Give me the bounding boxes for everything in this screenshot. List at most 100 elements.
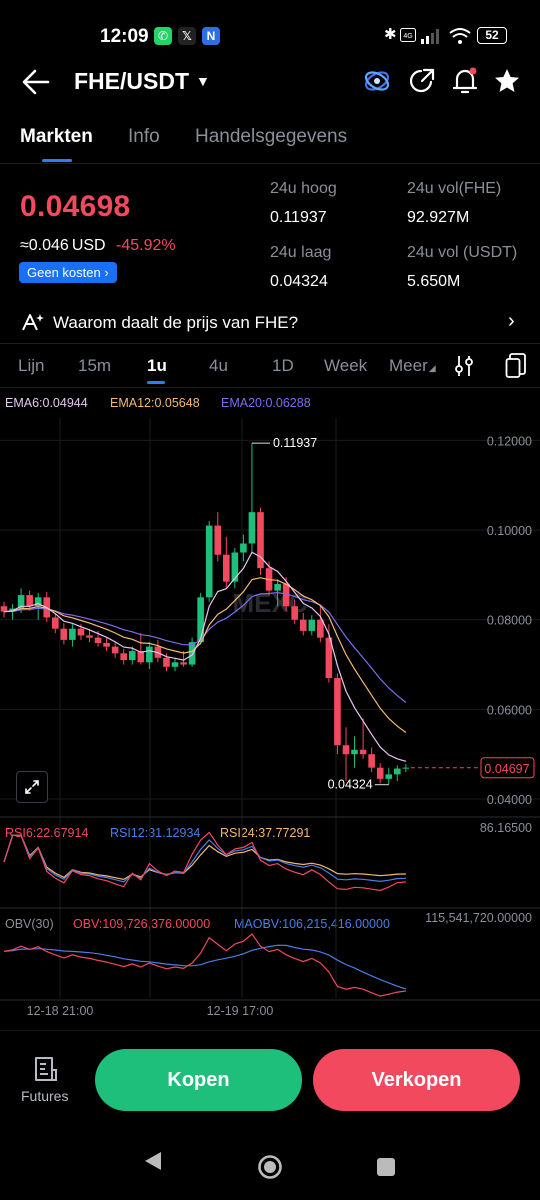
- n-icon: N: [202, 27, 220, 45]
- candle-body: [69, 628, 76, 640]
- candle-body: [163, 657, 170, 667]
- high-value: 0.11937: [270, 209, 327, 226]
- chevron-right-icon: ›: [104, 265, 109, 280]
- banner-divider: [0, 343, 540, 344]
- tab-handelsgegevens[interactable]: Handelsgegevens: [195, 126, 347, 148]
- candle-body: [94, 637, 102, 644]
- maobv-line: [3, 944, 407, 990]
- ema20-line: [3, 591, 407, 703]
- no-fees-badge[interactable]: Geen kosten ›: [19, 262, 117, 283]
- last-price: 0.04698: [20, 190, 131, 223]
- interval-1u[interactable]: 1u: [147, 356, 167, 376]
- candle-body: [342, 745, 350, 755]
- vol-usdt-label: 24u vol (USDT): [407, 244, 518, 261]
- candle-body: [111, 646, 119, 654]
- why-banner[interactable]: Waarom daalt de prijs van FHE? ›: [0, 300, 540, 344]
- nav-home-icon[interactable]: [257, 1154, 283, 1180]
- y-tick-label: 0.08000: [487, 614, 532, 628]
- status-bar: 12:09 ✆ 𝕏 N ✱ 4G 52: [0, 0, 540, 70]
- status-time: 12:09: [100, 26, 149, 47]
- candle-body: [223, 554, 230, 582]
- y-tick-label: 0.10000: [487, 524, 532, 538]
- y-tick-label: 0.06000: [487, 703, 532, 717]
- nav-recents-icon[interactable]: [376, 1157, 396, 1177]
- rsi12-line: [3, 834, 406, 883]
- candle-body: [376, 767, 384, 779]
- candle-body: [205, 525, 213, 598]
- obv-line: [3, 933, 406, 997]
- vol-usdt-value: 5.650M: [407, 273, 461, 290]
- share-icon[interactable]: [407, 66, 437, 96]
- candle-body: [385, 774, 393, 779]
- candle-body: [60, 628, 68, 640]
- candle-body: [171, 662, 179, 667]
- interval-1d[interactable]: 1D: [272, 356, 294, 376]
- interval-15m[interactable]: 15m: [78, 356, 111, 376]
- chart-layout-icon[interactable]: [505, 353, 527, 379]
- futures-label[interactable]: Futures: [21, 1088, 68, 1104]
- interval-lijn[interactable]: Lijn: [18, 356, 44, 376]
- interval-4u[interactable]: 4u: [209, 356, 228, 376]
- fullscreen-button[interactable]: [16, 771, 48, 803]
- candle-body: [368, 754, 375, 768]
- candle-body: [86, 635, 93, 638]
- candle-body: [299, 619, 307, 631]
- vol-fhe-label: 24u vol(FHE): [407, 180, 502, 197]
- candle-body: [188, 642, 196, 665]
- whatsapp-icon: ✆: [154, 27, 172, 45]
- interval-meer[interactable]: Meer◢: [389, 356, 436, 376]
- candle-body: [274, 583, 281, 591]
- futures-icon[interactable]: [32, 1055, 60, 1083]
- tab-underline: [42, 159, 72, 162]
- rsi-max-label: 86.16500: [480, 821, 532, 835]
- low-value: 0.04324: [270, 273, 328, 290]
- battery-icon: 52: [477, 27, 507, 44]
- vol-fhe-value: 92.927M: [407, 209, 470, 226]
- pair-title[interactable]: FHE/USDT: [74, 68, 189, 95]
- candle-body: [120, 653, 127, 661]
- bluetooth-icon: ✱: [384, 26, 397, 43]
- back-arrow-icon[interactable]: [20, 66, 52, 98]
- candle-body: [351, 749, 358, 755]
- rsi24-line: [3, 834, 406, 881]
- expand-icon: [25, 780, 39, 794]
- volte-icon: 4G: [400, 28, 416, 42]
- candle-body: [248, 512, 256, 544]
- y-tick-label: 0.04000: [487, 793, 532, 807]
- high-label: 24u hoog: [270, 180, 337, 197]
- bottom-divider: [0, 1030, 540, 1031]
- chevron-down-icon[interactable]: ▼: [196, 73, 210, 89]
- candle-body: [394, 768, 401, 775]
- candle-body: [231, 552, 239, 582]
- candle-body: [197, 597, 204, 643]
- tab-info[interactable]: Info: [128, 126, 160, 148]
- indicator-settings-icon[interactable]: [454, 354, 474, 378]
- sell-button[interactable]: Verkopen: [313, 1049, 520, 1111]
- candle-body: [291, 606, 298, 620]
- candle-body: [334, 678, 341, 746]
- candlestick-chart[interactable]: 0.120000.100000.080000.060000.04000MEXC0…: [0, 388, 540, 1028]
- tab-markten[interactable]: Markten: [20, 126, 93, 148]
- interval-week[interactable]: Week: [324, 356, 367, 376]
- ai-sparkle-icon: [22, 314, 44, 331]
- candle-body: [214, 525, 222, 555]
- candle-body: [402, 767, 410, 769]
- bell-icon[interactable]: [450, 66, 480, 96]
- nav-back-icon[interactable]: [142, 1150, 164, 1172]
- low-label: 24u laag: [270, 244, 332, 261]
- why-text: Waarom daalt de prijs van FHE?: [53, 313, 299, 332]
- svg-text:4G: 4G: [403, 33, 412, 40]
- low-marker-label: 0.04324: [328, 778, 373, 792]
- high-marker-label: 0.11937: [273, 436, 317, 450]
- buy-button[interactable]: Kopen: [95, 1049, 302, 1111]
- eye-icon[interactable]: [362, 66, 392, 96]
- x-icon: 𝕏: [178, 27, 196, 45]
- star-icon[interactable]: [492, 66, 522, 96]
- candle-body: [180, 662, 187, 665]
- candle-body: [77, 628, 85, 636]
- candle-body: [26, 595, 33, 607]
- x-tick-label: 12-19 17:00: [207, 1004, 274, 1018]
- candle-body: [359, 749, 367, 755]
- candle-body: [308, 619, 316, 631]
- tabs-divider: [0, 163, 540, 164]
